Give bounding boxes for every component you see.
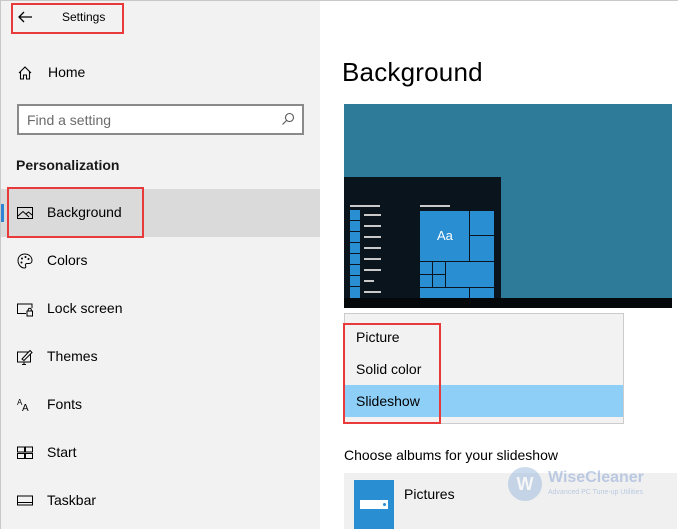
sidebar-item-colors[interactable]: Colors	[1, 237, 320, 285]
sidebar-item-label: Taskbar	[47, 492, 97, 508]
dropdown-option-solid-color[interactable]: Solid color	[345, 353, 623, 385]
themes-icon	[17, 349, 33, 365]
preview-app-icon	[350, 243, 360, 253]
preview-app-icon	[350, 210, 360, 220]
sidebar-item-label: Fonts	[47, 396, 83, 412]
page-title: Background	[342, 57, 483, 87]
image-icon	[17, 207, 33, 219]
watermark-logo: W	[508, 467, 542, 501]
window-title: Settings	[62, 10, 106, 24]
preview-app-icon	[350, 265, 360, 275]
background-type-dropdown[interactable]: Picture Solid color Slideshow	[344, 313, 624, 424]
sidebar-item-fonts[interactable]: A A Fonts	[1, 381, 320, 429]
preview-taskbar	[344, 298, 672, 308]
preview-app-icon	[350, 232, 360, 242]
dropdown-option-label: Slideshow	[356, 393, 420, 409]
dropdown-option-picture[interactable]: Picture	[345, 321, 623, 353]
sidebar: Settings Home Personalization Background	[1, 1, 320, 529]
album-name: Pictures	[404, 486, 455, 502]
preview-tile	[420, 288, 469, 298]
sidebar-item-label: Themes	[47, 348, 98, 364]
sidebar-item-home[interactable]: Home	[1, 57, 320, 89]
sidebar-item-label: Background	[47, 204, 122, 220]
svg-text:A: A	[22, 403, 29, 414]
watermark-tagline: Advanced PC Tune-up Utilities	[548, 489, 643, 496]
preview-start-menu: Aa	[344, 177, 501, 298]
preview-tile	[470, 288, 494, 298]
preview-app-label	[364, 280, 374, 282]
preview-tile	[420, 262, 432, 274]
preview-app-label	[364, 247, 381, 249]
start-icon	[17, 446, 33, 459]
main-content: Background Aa Picture Solid color Slides…	[320, 1, 678, 529]
dropdown-option-slideshow[interactable]: Slideshow	[345, 385, 623, 417]
preview-tile	[420, 275, 432, 287]
preview-tile	[433, 275, 445, 287]
desktop-preview: Aa	[344, 104, 672, 308]
watermark-name: WiseCleaner	[548, 469, 644, 486]
preview-app-icon	[350, 287, 360, 298]
dropdown-option-label: Picture	[356, 329, 400, 345]
search-box[interactable]	[17, 104, 304, 135]
preview-tile	[433, 262, 445, 274]
sidebar-item-label: Lock screen	[47, 300, 123, 316]
album-folder-icon	[354, 480, 394, 529]
sidebar-item-lock-screen[interactable]: Lock screen	[1, 285, 320, 333]
taskbar-icon	[17, 495, 33, 506]
preview-app-label	[364, 258, 381, 260]
preview-app-icon	[350, 221, 360, 231]
preview-app-icon	[350, 276, 360, 286]
preview-app-label	[364, 225, 381, 227]
preview-tile-text: Aa	[437, 228, 453, 243]
preview-app-label	[364, 269, 381, 271]
home-icon	[18, 66, 32, 80]
sidebar-item-label: Colors	[47, 252, 88, 268]
preview-app-label	[364, 291, 381, 293]
selected-indicator	[1, 204, 4, 222]
section-title: Personalization	[16, 157, 120, 173]
albums-label: Choose albums for your slideshow	[344, 447, 558, 463]
preview-tiles-header	[420, 205, 450, 207]
sidebar-item-taskbar[interactable]: Taskbar	[1, 477, 320, 525]
preview-tile	[446, 262, 494, 287]
preview-large-tile: Aa	[420, 211, 469, 261]
sidebar-item-themes[interactable]: Themes	[1, 333, 320, 381]
sidebar-item-start[interactable]: Start	[1, 429, 320, 477]
sidebar-item-background[interactable]: Background	[1, 189, 320, 237]
title-bar: Settings	[1, 1, 320, 35]
home-label: Home	[48, 64, 86, 80]
watermark: W WiseCleaner Advanced PC Tune-up Utilit…	[508, 463, 658, 505]
search-icon[interactable]	[281, 112, 295, 126]
album-folder-icon-dot	[383, 503, 386, 506]
settings-window: Settings Home Personalization Background	[0, 0, 678, 529]
preview-app-icon	[350, 254, 360, 264]
preview-list-header	[350, 205, 380, 207]
back-arrow-icon[interactable]	[15, 7, 35, 27]
sidebar-item-label: Start	[47, 444, 77, 460]
preview-tile	[470, 211, 494, 235]
preview-app-label	[364, 236, 381, 238]
fonts-icon: A A	[17, 398, 29, 414]
dropdown-option-label: Solid color	[356, 361, 422, 377]
search-input[interactable]	[27, 111, 267, 129]
preview-app-label	[364, 214, 381, 216]
preview-tile	[470, 236, 494, 261]
lock-screen-icon	[17, 303, 33, 317]
palette-icon	[17, 253, 33, 269]
